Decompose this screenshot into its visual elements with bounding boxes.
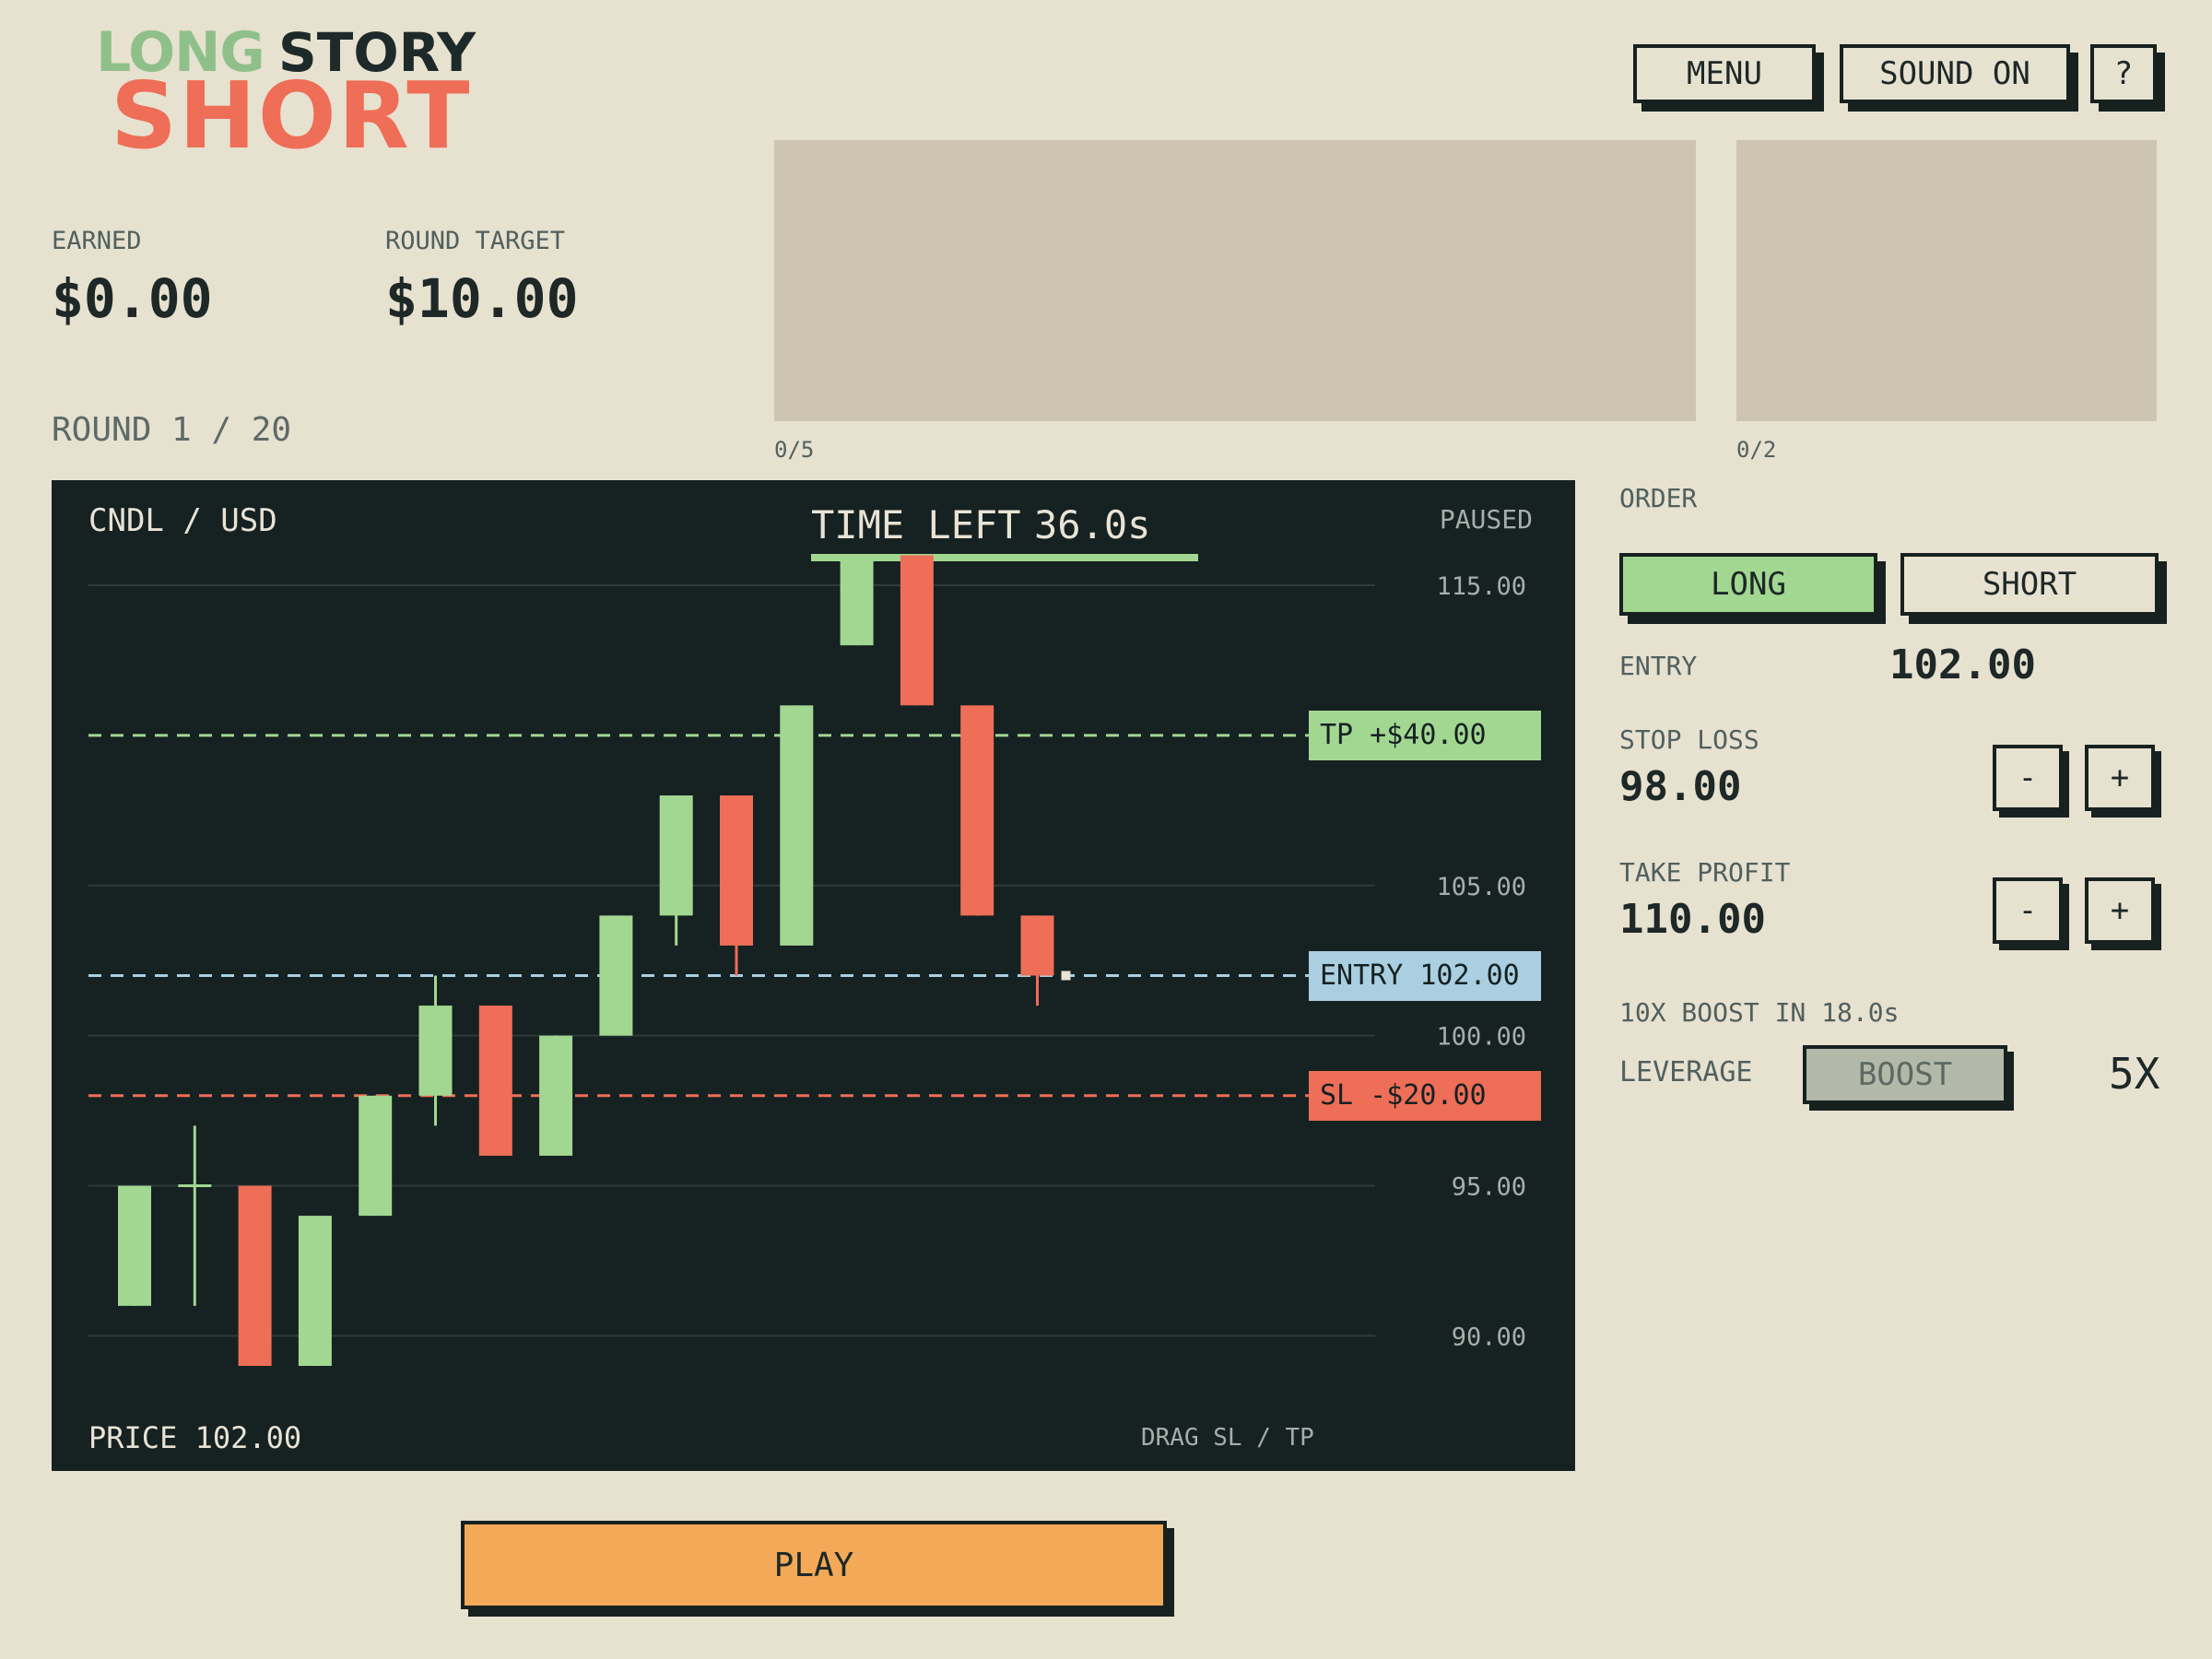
candle-body <box>298 1216 332 1366</box>
help-button[interactable]: ? <box>2090 44 2157 103</box>
stop-loss-increase-button[interactable]: + <box>2085 745 2155 811</box>
round-target-value: $10.00 <box>385 267 579 330</box>
candle-body <box>178 1184 212 1188</box>
take-profit-increase-button[interactable]: + <box>2085 877 2155 944</box>
round-counter: ROUND 1 / 20 <box>52 411 292 449</box>
sound-toggle-button[interactable]: SOUND ON <box>1840 44 2070 103</box>
price-readout: PRICE 102.00 <box>88 1420 302 1455</box>
card-slots-panel <box>774 140 1696 421</box>
candle-body <box>840 555 874 646</box>
entry-tag: ENTRY 102.00 <box>1309 950 1541 1001</box>
y-tick-label: 95.00 <box>1452 1173 1526 1202</box>
bonus-slots-panel <box>1736 140 2157 421</box>
candle-body <box>359 1095 393 1217</box>
earned-label: EARNED <box>52 227 142 255</box>
stop-loss-value: 98.00 <box>1619 763 1742 810</box>
play-button[interactable]: PLAY <box>461 1521 1167 1609</box>
candle-body <box>960 705 994 916</box>
entry-value: 102.00 <box>1889 641 2036 688</box>
logo-short: SHORT <box>111 62 472 170</box>
take-profit-label: TAKE PROFIT <box>1619 857 1791 888</box>
round-target-label: ROUND TARGET <box>385 227 566 255</box>
leverage-value: 5X <box>2109 1049 2160 1099</box>
y-tick-label: 115.00 <box>1436 572 1526 601</box>
candle-body <box>780 705 814 946</box>
candle-body <box>118 1185 151 1306</box>
y-tick-label: 100.00 <box>1436 1023 1526 1052</box>
order-title: ORDER <box>1619 483 1698 513</box>
leverage-label: LEVERAGE <box>1619 1056 1753 1088</box>
candlestick-chart[interactable]: CNDL / USD TIME LEFT 36.0s PAUSED 115.00… <box>52 480 1575 1471</box>
current-price-marker <box>1061 971 1071 981</box>
menu-button[interactable]: MENU <box>1633 44 1816 103</box>
candle-body <box>238 1185 272 1366</box>
boost-button[interactable]: BOOST <box>1803 1045 2007 1104</box>
stop-loss-handle[interactable]: SL -$20.00 <box>1309 1070 1541 1121</box>
take-profit-decrease-button[interactable]: - <box>1993 877 2063 944</box>
y-tick-label: 90.00 <box>1452 1323 1526 1351</box>
boost-timer: 10X BOOST IN 18.0s <box>1619 997 1900 1028</box>
short-button[interactable]: SHORT <box>1900 553 2159 616</box>
stop-loss-label: STOP LOSS <box>1619 724 1759 755</box>
y-tick-label: 105.00 <box>1436 873 1526 901</box>
candle-body <box>900 555 934 706</box>
candle-body <box>1020 915 1054 976</box>
take-profit-handle[interactable]: TP +$40.00 <box>1309 710 1541 760</box>
earned-value: $0.00 <box>52 267 213 330</box>
candle-body <box>659 795 693 916</box>
candle-body <box>418 1006 453 1096</box>
candle-body <box>599 915 633 1036</box>
take-profit-value: 110.00 <box>1619 896 1766 943</box>
bonus-slots-progress: 0/2 <box>1736 437 1777 463</box>
drag-hint: DRAG SL / TP <box>1141 1424 1314 1452</box>
candle-body <box>720 795 753 946</box>
long-button[interactable]: LONG <box>1619 553 1877 616</box>
card-slots-progress: 0/5 <box>774 437 815 463</box>
candle-body <box>478 1006 512 1156</box>
candle-body <box>539 1035 573 1156</box>
stop-loss-decrease-button[interactable]: - <box>1993 745 2063 811</box>
entry-label: ENTRY <box>1619 651 1698 681</box>
